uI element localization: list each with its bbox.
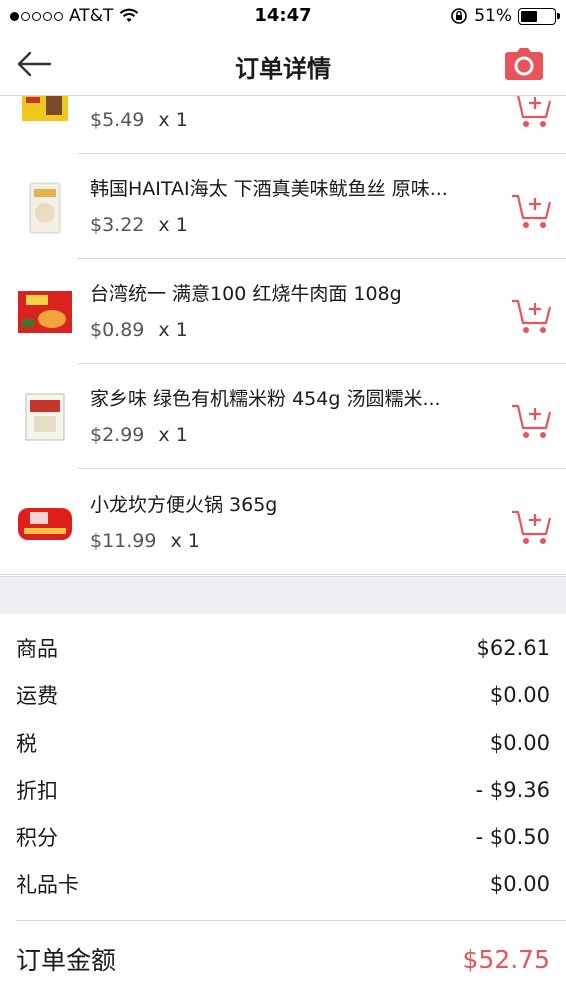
- product-name: 韩国HAITAI海太 下酒真美味鱿鱼丝 原味...: [90, 178, 448, 200]
- add-to-cart-icon[interactable]: [510, 400, 552, 440]
- summary-value: $0.00: [489, 872, 550, 896]
- product-qty: x 1: [158, 109, 188, 131]
- summary-row-subtotal: 商品 $62.61: [16, 625, 550, 671]
- summary-row-gift-card: 礼品卡 $0.00: [16, 861, 550, 907]
- summary-value: - $0.50: [475, 825, 550, 849]
- product-price: $11.99: [90, 530, 157, 552]
- status-right: 51%: [450, 6, 560, 26]
- page-title: 订单详情: [235, 55, 331, 83]
- summary-label: 商品: [16, 637, 58, 661]
- product-price-line: $0.89 x 1: [90, 319, 188, 341]
- product-thumbnail: [18, 508, 72, 540]
- summary-label: 积分: [16, 826, 58, 850]
- product-thumbnail: [22, 96, 68, 121]
- product-name: 家乡味 绿色有机糯米粉 454g 汤圆糯米...: [90, 388, 441, 410]
- product-row[interactable]: 台湾统一 满意100 红烧牛肉面 108g $0.89 x 1: [0, 259, 566, 364]
- summary-value: $0.00: [489, 731, 550, 755]
- product-row[interactable]: $5.49 x 1: [0, 96, 566, 154]
- product-price: $0.89: [90, 319, 145, 341]
- product-price: $3.22: [90, 214, 145, 236]
- product-row[interactable]: 韩国HAITAI海太 下酒真美味鱿鱼丝 原味... $3.22 x 1: [0, 154, 566, 259]
- product-list: $5.49 x 1 韩国HAITAI海太 下酒真美味鱿鱼丝 原味... $3.22…: [0, 96, 566, 576]
- order-total-label: 订单金额: [16, 946, 117, 975]
- add-to-cart-icon[interactable]: [510, 190, 552, 230]
- navigation-bar: 订单详情: [0, 34, 566, 96]
- summary-value: $62.61: [476, 636, 550, 660]
- order-total-value: $52.75: [462, 944, 550, 974]
- rotation-lock-icon: [451, 8, 468, 24]
- add-to-cart-icon[interactable]: [510, 96, 552, 129]
- product-thumbnail: [18, 291, 72, 333]
- product-thumbnail: [29, 182, 61, 234]
- summary-label: 礼品卡: [16, 873, 79, 897]
- order-total-row: 订单金额 $52.75: [16, 936, 550, 982]
- product-price: $5.49: [90, 109, 145, 131]
- battery-percent: 51%: [474, 6, 512, 26]
- product-name: 台湾统一 满意100 红烧牛肉面 108g: [90, 283, 402, 305]
- product-qty: x 1: [158, 319, 188, 341]
- camera-icon[interactable]: [504, 47, 544, 81]
- product-name: 小龙坎方便火锅 365g: [90, 494, 278, 516]
- summary-value: - $9.36: [475, 778, 550, 802]
- summary-value: $0.00: [489, 683, 550, 707]
- product-thumbnail: [25, 393, 65, 441]
- product-qty: x 1: [170, 530, 200, 552]
- status-bar: AT&T 14:47 51%: [0, 0, 566, 34]
- product-price-line: $3.22 x 1: [90, 214, 188, 236]
- product-row[interactable]: 小龙坎方便火锅 365g $11.99 x 1: [0, 470, 566, 575]
- summary-row-points: 积分 - $0.50: [16, 814, 550, 860]
- product-price-line: $11.99 x 1: [90, 530, 200, 552]
- summary-label: 税: [16, 732, 37, 756]
- product-row[interactable]: 家乡味 绿色有机糯米粉 454g 汤圆糯米... $2.99 x 1: [0, 364, 566, 469]
- summary-row-tax: 税 $0.00: [16, 720, 550, 766]
- add-to-cart-icon[interactable]: [510, 295, 552, 335]
- section-separator: [0, 576, 566, 614]
- product-qty: x 1: [158, 214, 188, 236]
- summary-divider: [16, 920, 566, 921]
- product-price: $2.99: [90, 424, 145, 446]
- summary-label: 折扣: [16, 779, 58, 803]
- summary-row-discount: 折扣 - $9.36: [16, 767, 550, 813]
- product-qty: x 1: [158, 424, 188, 446]
- summary-label: 运费: [16, 684, 58, 708]
- product-price-line: $5.49 x 1: [90, 109, 188, 131]
- product-price-line: $2.99 x 1: [90, 424, 188, 446]
- battery-icon: [518, 7, 560, 25]
- add-to-cart-icon[interactable]: [510, 506, 552, 546]
- summary-row-shipping: 运费 $0.00: [16, 672, 550, 718]
